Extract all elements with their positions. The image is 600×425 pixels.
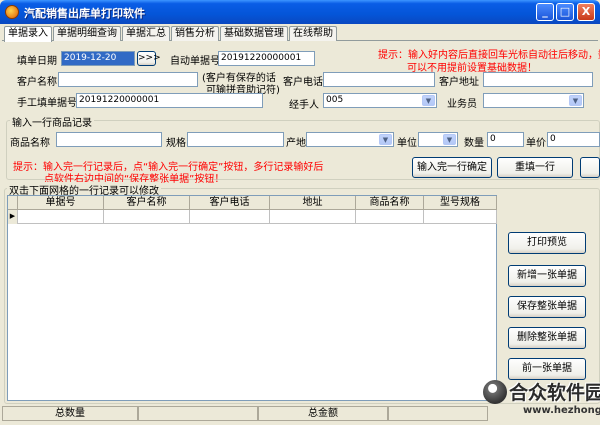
date-label: 填单日期 — [17, 56, 57, 67]
table-cell[interactable] — [18, 210, 104, 224]
phone-label: 客户电话 — [283, 77, 323, 88]
handler-select[interactable]: 005 ▼ — [323, 93, 437, 108]
price-label: 单价 — [526, 138, 546, 149]
auto-number-label: 自动单据号 — [170, 56, 220, 67]
save-document-button[interactable]: 保存整张单据 — [508, 296, 586, 318]
total-amount-value — [388, 406, 488, 421]
tab-entry[interactable]: 单据录入 — [4, 26, 52, 42]
confirm-row-button[interactable]: 输入完一行确定 — [412, 157, 492, 178]
previous-document-button[interactable]: 前一张单据 — [508, 358, 586, 380]
watermark-url: www.hezhong.net — [523, 405, 600, 416]
total-quantity-label: 总数量 — [2, 406, 138, 421]
address-label: 客户地址 — [439, 77, 479, 88]
tab-strip: 单据录入 单据明细查询 单据汇总 销售分析 基础数据管理 在线帮助 — [4, 26, 338, 42]
tab-summary[interactable]: 单据汇总 — [122, 26, 170, 41]
handler-label: 经手人 — [289, 100, 319, 111]
tab-sales-analysis[interactable]: 销售分析 — [171, 26, 219, 41]
date-input[interactable]: 2019-12-20 — [61, 51, 135, 66]
table-cell[interactable] — [270, 210, 356, 224]
print-preview-button[interactable]: 打印预览 — [508, 232, 586, 254]
new-document-button[interactable]: 新增一张单据 — [508, 265, 586, 287]
watermark: 合众软件园 www.hezhong.net — [483, 378, 600, 424]
col-header-phone[interactable]: 客户电话 — [190, 196, 270, 210]
chevron-down-icon[interactable]: ▼ — [569, 95, 582, 106]
auto-number-input[interactable]: 20191220000001 — [218, 51, 315, 66]
phone-input[interactable] — [323, 72, 435, 87]
salesman-select[interactable]: ▼ — [483, 93, 584, 108]
handler-value: 005 — [326, 95, 344, 105]
app-icon — [5, 5, 19, 19]
table-cell[interactable] — [424, 210, 497, 224]
unit-select[interactable]: ▼ — [418, 132, 458, 147]
table-row[interactable]: ▶ — [8, 210, 497, 224]
manual-number-label: 手工填单据号 — [17, 98, 77, 109]
entry-group-label: 输入一行商品记录 — [10, 114, 94, 129]
refill-row-button[interactable]: 重填一行 — [497, 157, 573, 178]
overflow-button[interactable] — [580, 157, 600, 178]
col-header-number[interactable]: 单据号 — [18, 196, 104, 210]
manual-number-input[interactable]: 20191220000001 — [76, 93, 263, 108]
window-title: 汽配销售出库单打印软件 — [24, 7, 145, 20]
watermark-logo-icon — [483, 380, 507, 404]
col-header-product[interactable]: 商品名称 — [356, 196, 424, 210]
tab-detail-query[interactable]: 单据明细查询 — [53, 26, 121, 41]
col-header-customer[interactable]: 客户名称 — [104, 196, 190, 210]
product-input[interactable] — [56, 132, 162, 147]
origin-label: 产地 — [286, 138, 306, 149]
origin-select[interactable]: ▼ — [306, 132, 394, 147]
price-input[interactable]: 0 — [547, 132, 600, 147]
chevron-down-icon[interactable]: ▼ — [379, 134, 392, 145]
delete-document-button[interactable]: 删除整张单据 — [508, 327, 586, 349]
grid-header: 单据号 客户名称 客户电话 地址 商品名称 型号规格 — [8, 196, 497, 210]
chevron-down-icon[interactable]: ▼ — [422, 95, 435, 106]
table-cell[interactable] — [356, 210, 424, 224]
col-header-address[interactable]: 地址 — [270, 196, 356, 210]
chevron-down-icon[interactable]: ▼ — [443, 134, 456, 145]
total-quantity-value — [138, 406, 258, 421]
record-grid[interactable]: 单据号 客户名称 客户电话 地址 商品名称 型号规格 ▶ — [7, 195, 497, 401]
spec-label: 规格 — [166, 138, 186, 149]
customer-label: 客户名称 — [17, 77, 57, 88]
row-indicator-header — [8, 196, 18, 210]
date-picker-button[interactable]: >>> — [137, 51, 161, 66]
quantity-label: 数量 — [464, 138, 484, 149]
current-row-arrow-icon: ▶ — [8, 210, 18, 224]
address-input[interactable] — [483, 72, 593, 87]
close-button[interactable]: X — [577, 3, 595, 21]
maximize-button[interactable]: □ — [556, 3, 574, 21]
total-amount-label: 总金额 — [258, 406, 388, 421]
minimize-button[interactable]: _ — [536, 3, 554, 21]
tab-online-help[interactable]: 在线帮助 — [289, 26, 337, 41]
table-cell[interactable] — [190, 210, 270, 224]
watermark-name: 合众软件园 — [509, 382, 600, 404]
product-label: 商品名称 — [10, 138, 50, 149]
col-header-spec[interactable]: 型号规格 — [424, 196, 497, 210]
salesman-label: 业务员 — [447, 99, 477, 110]
unit-label: 单位 — [397, 138, 417, 149]
customer-input[interactable] — [58, 72, 198, 87]
tab-base-data[interactable]: 基础数据管理 — [220, 26, 288, 41]
table-cell[interactable] — [104, 210, 190, 224]
spec-input[interactable] — [187, 132, 284, 147]
quantity-input[interactable]: 0 — [487, 132, 524, 147]
